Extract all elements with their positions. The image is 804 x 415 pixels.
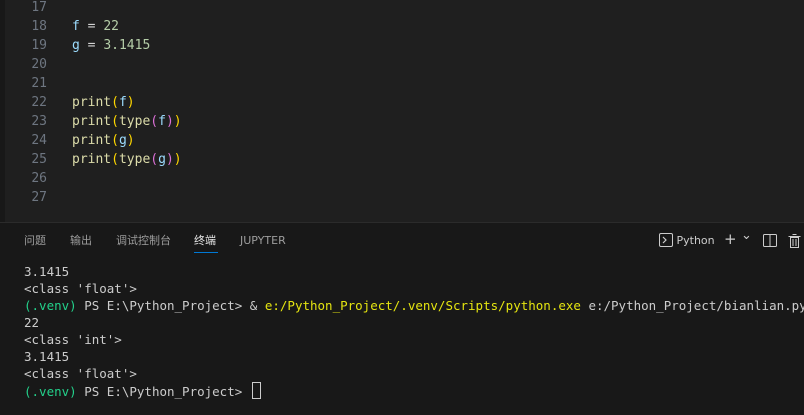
code-token: 3.1415 xyxy=(103,38,151,53)
terminal-line: 3.1415 xyxy=(24,348,804,365)
line-number: 18 xyxy=(31,19,47,34)
line-number: 27 xyxy=(31,190,47,205)
code-line[interactable]: 18 f = 22 xyxy=(0,17,804,36)
code-token: ) xyxy=(126,95,135,110)
terminal-cursor xyxy=(251,382,261,399)
terminal-line: <class 'int'> xyxy=(24,331,804,348)
line-number: 17 xyxy=(31,0,47,15)
code-text: print(type(f)) xyxy=(72,112,182,131)
code-line[interactable]: 17 xyxy=(0,0,804,17)
code-token: ( xyxy=(111,114,119,129)
terminal-output-text: <class 'float'> xyxy=(24,366,137,381)
code-text: g = 3.1415 xyxy=(72,36,150,55)
code-token: print xyxy=(72,114,112,129)
code-line[interactable]: 25 print(type(g)) xyxy=(0,150,804,169)
code-token: 22 xyxy=(103,19,119,34)
code-token: ( xyxy=(150,152,159,167)
code-line[interactable]: 23 print(type(f)) xyxy=(0,112,804,131)
line-number: 20 xyxy=(31,57,47,72)
tab-terminal[interactable]: 终端 xyxy=(194,233,216,249)
code-token: ) xyxy=(165,152,174,167)
code-line[interactable]: 21 xyxy=(0,74,804,93)
code-token: = xyxy=(79,19,104,34)
terminal-line: <class 'float'> xyxy=(24,280,804,297)
code-text: f = 22 xyxy=(72,17,119,36)
trash-icon[interactable] xyxy=(788,234,801,254)
terminal-line: 22 xyxy=(24,314,804,331)
code-token: ) xyxy=(126,133,135,148)
code-line[interactable]: 22 print(f) xyxy=(0,93,804,112)
shell-prompt: PS E:\Python_Project> xyxy=(76,384,250,399)
terminal-line: <class 'float'> xyxy=(24,365,804,382)
code-token: f xyxy=(118,95,127,110)
code-text: print(g) xyxy=(72,131,135,150)
code-token: f xyxy=(72,19,80,34)
code-token: print xyxy=(72,95,112,110)
code-text: print(type(g)) xyxy=(72,150,182,169)
chevron-down-icon[interactable]: ⌄ xyxy=(741,227,752,245)
panel-tab-bar: 问题 输出 调试控制台 终端 JUPYTER Python + ⌄ xyxy=(0,223,804,257)
line-number: 25 xyxy=(31,152,47,167)
code-line[interactable]: 26 xyxy=(0,169,804,188)
bottom-panel: 问题 输出 调试控制台 终端 JUPYTER Python + ⌄ 3.1415… xyxy=(0,222,804,415)
code-token: type xyxy=(118,152,151,167)
split-icon[interactable] xyxy=(763,234,777,253)
venv-indicator: (.venv) xyxy=(24,298,77,313)
command-args: e:/Python_Project/bianlian.py xyxy=(580,298,804,313)
code-token: ) xyxy=(165,114,174,129)
code-token: = xyxy=(79,38,104,53)
command-path: e:/Python_Project/.venv/Scripts/python.e… xyxy=(264,298,581,313)
code-token: print xyxy=(72,152,112,167)
code-editor[interactable]: 17 18 f = 22 19 g = 3.1415 20 21 22 print(f) 23 pr… xyxy=(0,0,804,222)
terminal-output-text: 3.1415 xyxy=(24,349,70,364)
code-line[interactable]: 24 print(g) xyxy=(0,131,804,150)
code-token: type xyxy=(118,114,151,129)
line-number: 23 xyxy=(31,114,47,129)
terminal-output-text: <class 'int'> xyxy=(24,332,122,347)
code-token: g xyxy=(118,133,127,148)
terminal-shell-selector[interactable]: Python xyxy=(659,232,715,250)
terminal-line: (.venv) PS E:\Python_Project> xyxy=(24,382,804,399)
shell-label: Python xyxy=(676,234,715,247)
tab-debug-console[interactable]: 调试控制台 xyxy=(116,233,171,249)
line-number: 26 xyxy=(31,171,47,186)
code-token: ( xyxy=(111,95,119,110)
code-line[interactable]: 20 xyxy=(0,55,804,74)
line-number: 19 xyxy=(31,38,47,53)
terminal-output-text: 22 xyxy=(24,315,40,330)
code-text: print(f) xyxy=(72,93,135,112)
terminal-output-text: <class 'float'> xyxy=(24,281,137,296)
code-token: ( xyxy=(111,133,119,148)
code-token: f xyxy=(158,114,166,129)
venv-indicator: (.venv) xyxy=(24,384,77,399)
shell-prompt: PS E:\Python_Project> & xyxy=(76,298,265,313)
code-token: g xyxy=(72,38,80,53)
terminal-icon xyxy=(659,233,673,247)
code-token: ( xyxy=(111,152,119,167)
line-number: 24 xyxy=(31,133,47,148)
code-token: g xyxy=(158,152,166,167)
terminal-output[interactable]: 3.1415 <class 'float'> (.venv) PS E:\Pytho… xyxy=(24,263,804,399)
terminal-line: 3.1415 xyxy=(24,263,804,280)
new-terminal-add-icon[interactable]: + xyxy=(724,230,737,248)
terminal-line: (.venv) PS E:\Python_Project> & e:/Pytho… xyxy=(24,297,804,314)
line-number: 21 xyxy=(31,76,47,91)
tab-output[interactable]: 输出 xyxy=(70,233,92,249)
line-number: 22 xyxy=(31,95,47,110)
code-token: ) xyxy=(173,114,182,129)
active-tab-indicator xyxy=(194,252,218,253)
tab-jupyter[interactable]: JUPYTER xyxy=(240,233,286,249)
code-token: ( xyxy=(150,114,159,129)
terminal-output-text: 3.1415 xyxy=(24,264,70,279)
code-line[interactable]: 19 g = 3.1415 xyxy=(0,36,804,55)
code-line[interactable]: 27 xyxy=(0,188,804,207)
code-token: ) xyxy=(173,152,182,167)
tab-problems[interactable]: 问题 xyxy=(24,233,46,249)
code-token: print xyxy=(72,133,112,148)
